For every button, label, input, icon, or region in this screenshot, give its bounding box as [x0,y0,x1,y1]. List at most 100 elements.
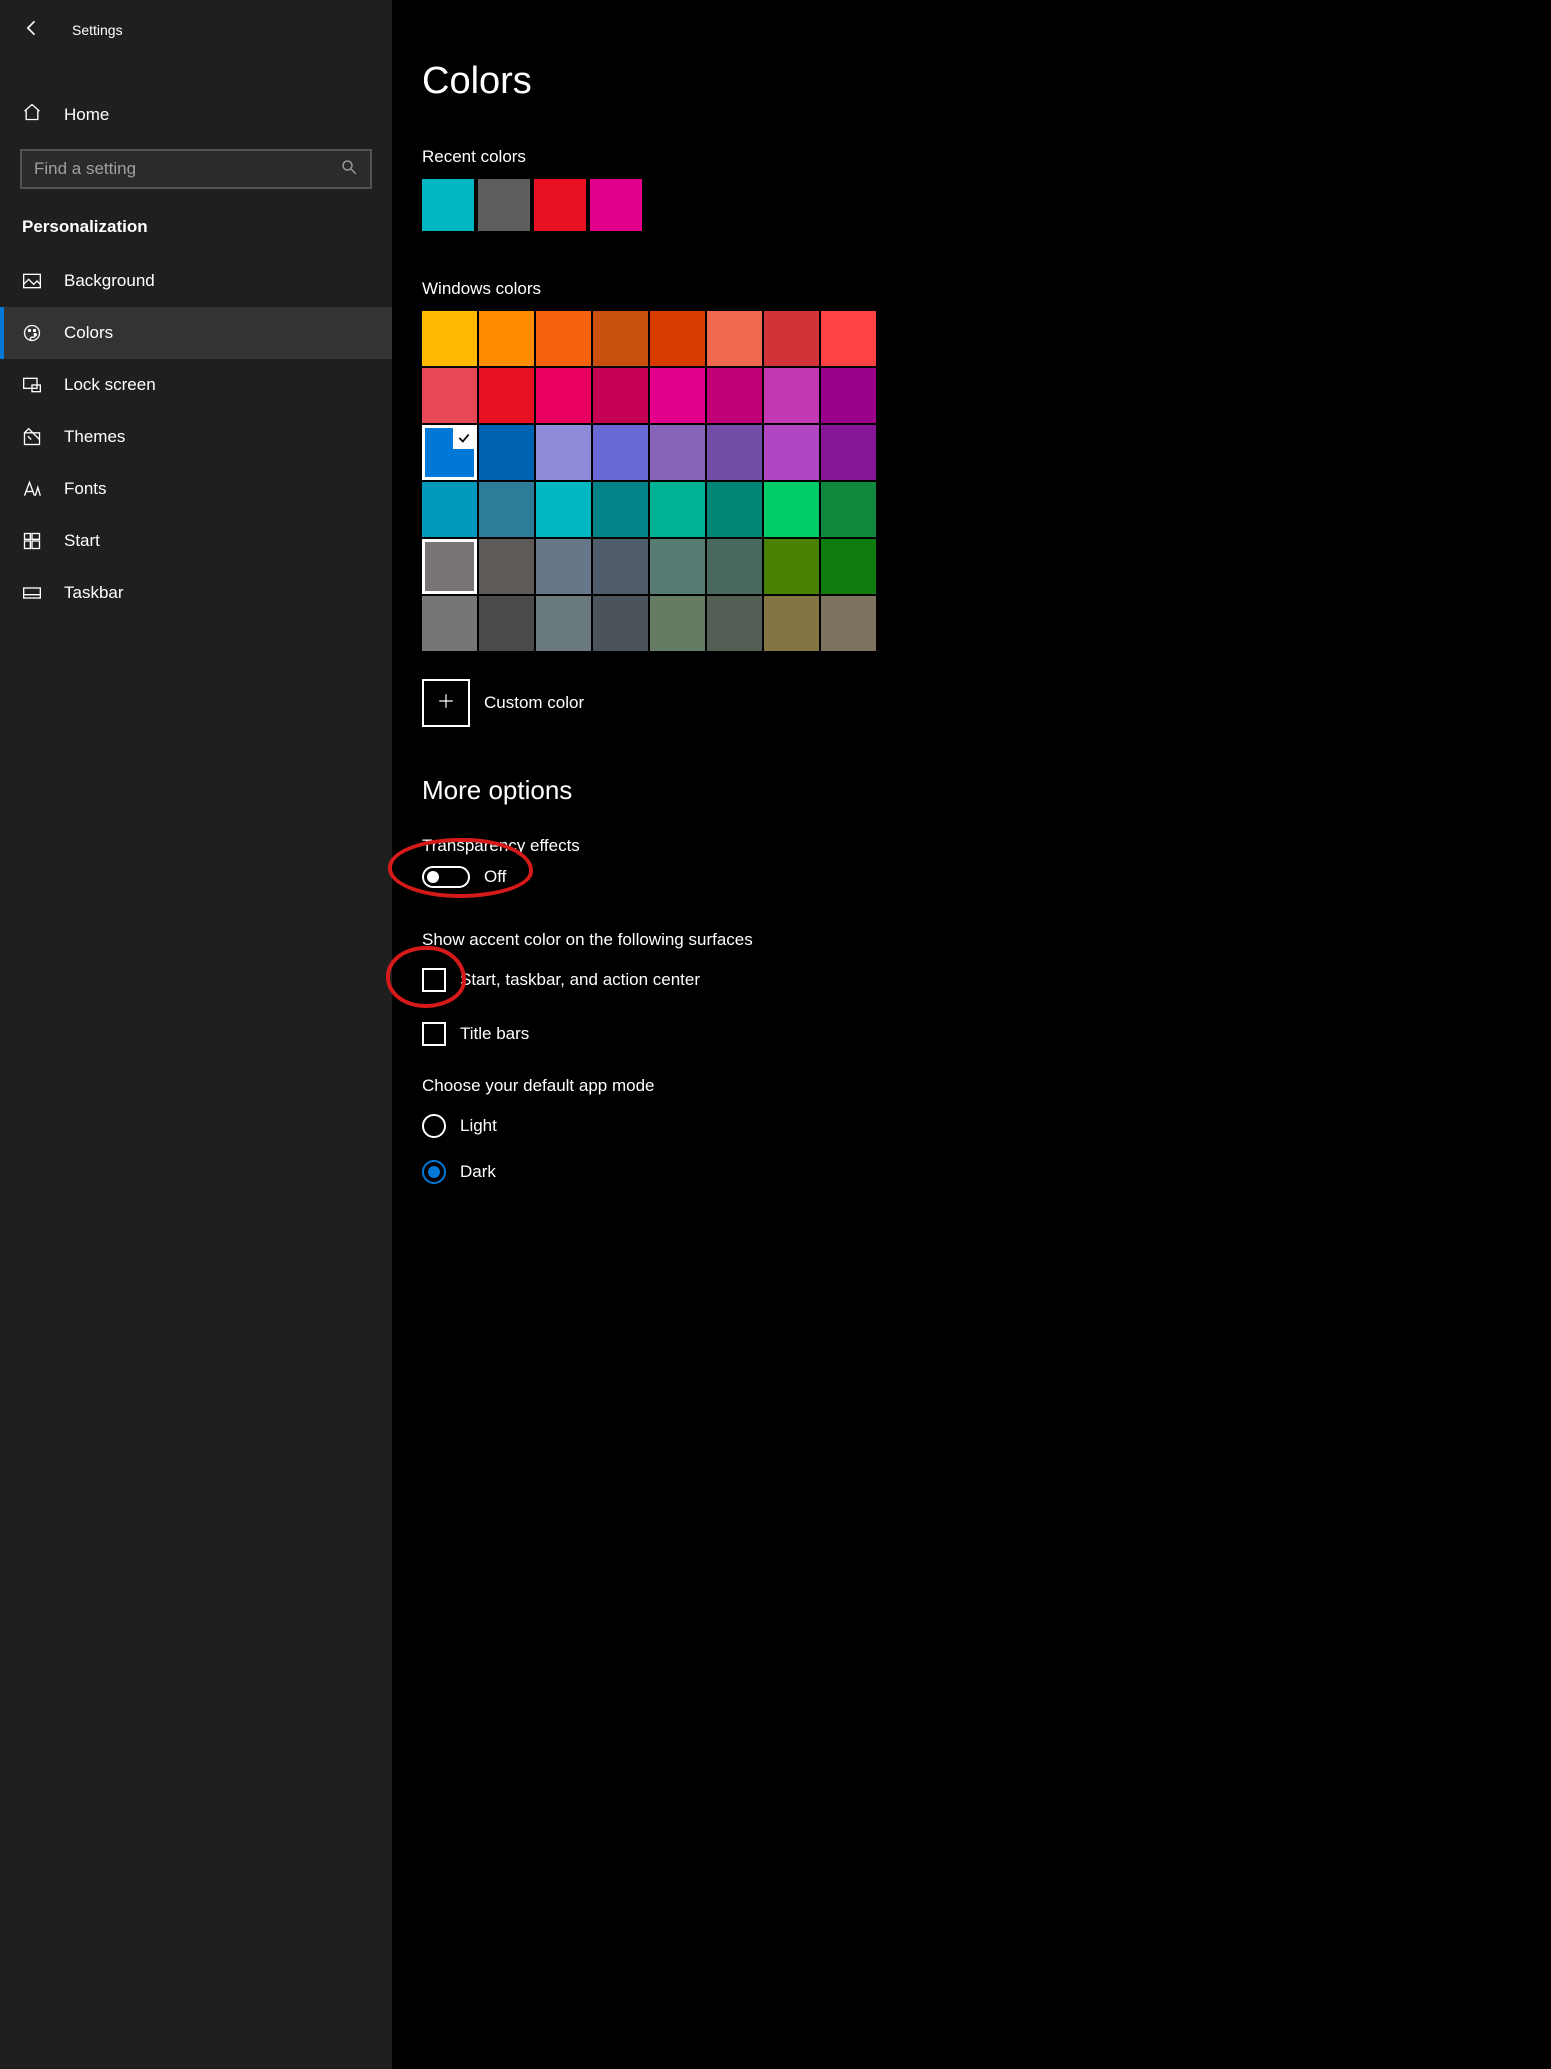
color-swatch[interactable] [764,482,819,537]
color-swatch[interactable] [764,425,819,480]
home-label: Home [64,105,109,125]
main-content: Colors Recent colors Windows colors Cust… [392,0,1551,2069]
color-swatch[interactable] [422,482,477,537]
color-swatch[interactable] [650,596,705,651]
checkbox-titlebars[interactable] [422,1022,446,1046]
color-swatch[interactable] [593,539,648,594]
color-swatch[interactable] [650,368,705,423]
color-swatch[interactable] [593,596,648,651]
color-swatch[interactable] [536,539,591,594]
color-swatch[interactable] [764,539,819,594]
transparency-state: Off [484,867,506,887]
color-swatch[interactable] [593,311,648,366]
sidebar-item-label: Lock screen [64,375,156,395]
home-icon [22,102,42,127]
color-swatch[interactable] [821,539,876,594]
palette-icon [22,323,42,343]
color-swatch[interactable] [707,368,762,423]
search-icon [340,158,358,181]
themes-icon [22,427,42,447]
color-swatch[interactable] [707,425,762,480]
color-swatch[interactable] [650,425,705,480]
color-swatch[interactable] [707,539,762,594]
checkbox-start-taskbar[interactable] [422,968,446,992]
sidebar-item-label: Start [64,531,100,551]
sidebar-item-start[interactable]: Start [0,515,392,567]
default-mode-label: Choose your default app mode [422,1076,1521,1096]
sidebar-item-label: Themes [64,427,125,447]
color-swatch[interactable] [764,368,819,423]
color-swatch[interactable] [593,425,648,480]
fonts-icon [22,479,42,499]
sidebar-item-label: Colors [64,323,113,343]
color-swatch[interactable] [536,368,591,423]
color-swatch[interactable] [422,311,477,366]
color-swatch[interactable] [593,368,648,423]
color-swatch[interactable] [479,596,534,651]
color-swatch[interactable] [650,311,705,366]
custom-color-button[interactable] [422,679,470,727]
windows-colors-palette [422,311,1521,651]
radio-light[interactable] [422,1114,446,1138]
color-swatch[interactable] [821,368,876,423]
checkbox-label: Title bars [460,1024,529,1044]
color-swatch[interactable] [650,482,705,537]
recent-color-swatch[interactable] [534,179,586,231]
color-swatch[interactable] [479,368,534,423]
start-icon [22,531,42,551]
sidebar-item-background[interactable]: Background [0,255,392,307]
sidebar-item-taskbar[interactable]: Taskbar [0,567,392,619]
color-swatch[interactable] [536,596,591,651]
radio-label: Light [460,1116,497,1136]
sidebar-item-label: Fonts [64,479,107,499]
page-title: Colors [422,60,1521,103]
color-swatch[interactable] [707,482,762,537]
color-swatch[interactable] [821,311,876,366]
app-title: Settings [72,22,123,38]
color-swatch[interactable] [821,596,876,651]
search-input[interactable] [34,159,340,179]
recent-color-swatch[interactable] [590,179,642,231]
sidebar-item-home[interactable]: Home [0,90,392,139]
color-swatch[interactable] [536,482,591,537]
color-swatch[interactable] [422,368,477,423]
color-swatch[interactable] [479,311,534,366]
color-swatch[interactable] [422,539,477,594]
sidebar-item-label: Background [64,271,155,291]
picture-icon [22,271,42,291]
color-swatch[interactable] [821,425,876,480]
color-swatch[interactable] [593,482,648,537]
color-swatch[interactable] [479,482,534,537]
color-swatch[interactable] [650,539,705,594]
color-swatch[interactable] [764,596,819,651]
color-swatch[interactable] [536,425,591,480]
color-swatch[interactable] [707,596,762,651]
sidebar-item-colors[interactable]: Colors [0,307,392,359]
accent-surfaces-label: Show accent color on the following surfa… [422,930,1521,950]
transparency-label: Transparency effects [422,836,1521,856]
sidebar-item-themes[interactable]: Themes [0,411,392,463]
recent-colors-label: Recent colors [422,147,1521,167]
color-swatch[interactable] [422,596,477,651]
more-options-heading: More options [422,775,1521,806]
color-swatch[interactable] [821,482,876,537]
back-icon[interactable] [22,18,42,43]
lockscreen-icon [22,375,42,395]
color-swatch[interactable] [422,425,477,480]
titlebar: Settings [0,10,392,50]
color-swatch[interactable] [707,311,762,366]
color-swatch[interactable] [479,539,534,594]
color-swatch[interactable] [536,311,591,366]
plus-icon [437,692,455,715]
transparency-toggle[interactable] [422,866,470,888]
sidebar-item-fonts[interactable]: Fonts [0,463,392,515]
recent-color-swatch[interactable] [422,179,474,231]
sidebar-item-label: Taskbar [64,583,124,603]
color-swatch[interactable] [764,311,819,366]
search-box[interactable] [20,149,372,189]
color-swatch[interactable] [479,425,534,480]
recent-color-swatch[interactable] [478,179,530,231]
sidebar-item-lockscreen[interactable]: Lock screen [0,359,392,411]
radio-dark[interactable] [422,1160,446,1184]
radio-row-light: Light [422,1114,1521,1138]
